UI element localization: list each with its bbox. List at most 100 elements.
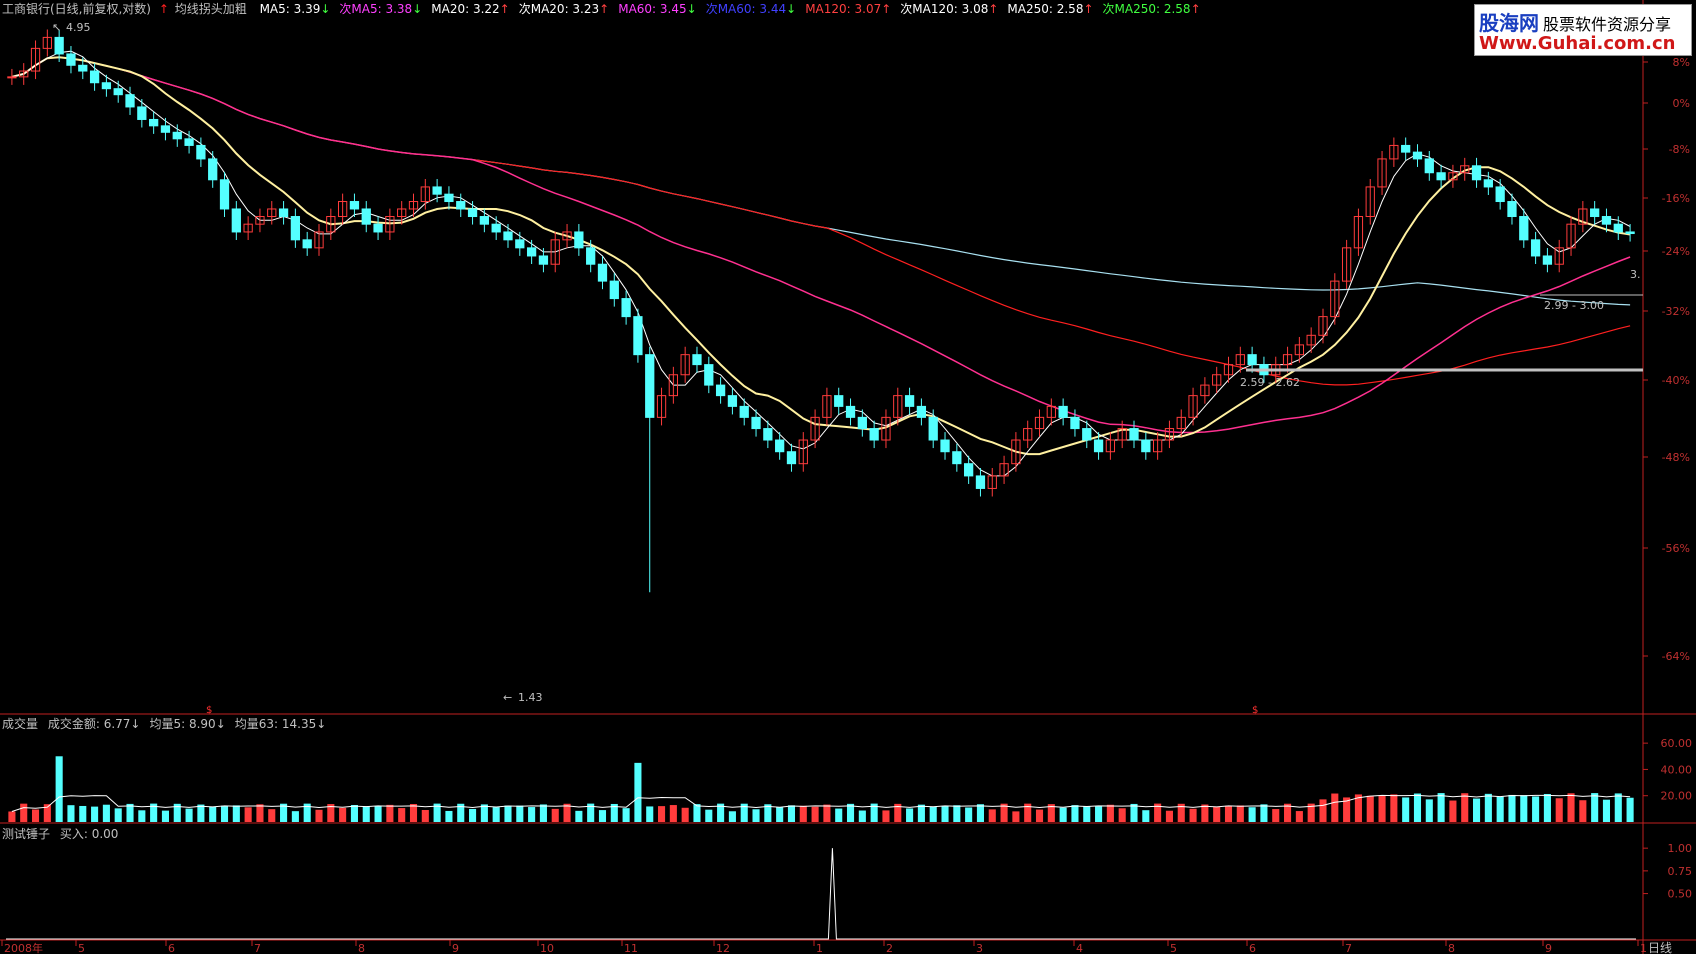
candle-body xyxy=(172,131,182,140)
period-label[interactable]: 日线 xyxy=(1648,941,1672,954)
volume-bar xyxy=(811,806,819,822)
volume-values: 成交金额: 6.77↓ 均量5: 8.90↓ 均量63: 14.35↓ xyxy=(48,717,335,731)
candle-body xyxy=(1471,165,1482,181)
volume-panel-header: 成交量 成交金额: 6.77↓ 均量5: 8.90↓ 均量63: 14.35↓ xyxy=(2,715,344,732)
volume-bar xyxy=(1484,793,1492,822)
volume-bar xyxy=(445,810,453,822)
volume-bar xyxy=(409,803,418,822)
candle-body xyxy=(491,223,501,233)
ma-value-2: MA20: 3.22↑ xyxy=(431,2,509,16)
volume-bar xyxy=(1473,798,1481,822)
price-axis-label: -24% xyxy=(1662,245,1690,258)
volume-bar xyxy=(1508,794,1516,822)
volume-bar xyxy=(1425,799,1433,822)
volume-bar xyxy=(79,805,87,822)
candle-body xyxy=(916,405,927,418)
candle-body xyxy=(1058,405,1068,418)
price-axis-label: -16% xyxy=(1662,192,1690,205)
candle-body xyxy=(727,395,738,407)
date-axis-label: 7 xyxy=(254,942,261,954)
volume-bar xyxy=(339,807,347,822)
date-axis-label: 4 xyxy=(1076,942,1083,954)
volume-bar xyxy=(138,810,146,822)
trend-arrow-icon: ↓ xyxy=(686,2,697,16)
stock-chart[interactable]: 8% 0% -8% -16% -24% -32% -40% -48% -56% -64% 60.00… xyxy=(0,0,1696,954)
signal-line xyxy=(6,848,1636,940)
indicator-name: 均线拐头加粗 xyxy=(174,2,247,16)
volume-bars xyxy=(8,756,1634,822)
volume-bar xyxy=(1366,795,1374,822)
volume-bar xyxy=(1579,800,1587,822)
volume-bar xyxy=(67,805,75,822)
price-axis-label: 8% xyxy=(1673,56,1690,69)
volume-bar xyxy=(386,804,394,822)
volume-value-0: 成交金额: 6.77↓ xyxy=(47,717,141,731)
date-axis-label: 9 xyxy=(1545,942,1552,954)
candle-body xyxy=(432,186,442,195)
candle-body xyxy=(526,247,537,257)
x-axis-ticks: 2008年 5 6 7 8 9 10 11 12 1 2 3 4 5 6 7 8 9 1 xyxy=(1,940,1647,954)
candle-body xyxy=(538,255,549,265)
candle-body xyxy=(1483,179,1493,188)
volume-bar xyxy=(256,804,264,822)
volume-bar xyxy=(1449,800,1457,822)
candle-body xyxy=(479,216,490,225)
candle-body xyxy=(208,158,218,181)
candle-body xyxy=(786,451,797,465)
signal-panel-header: 测试锤子 买入: 0.00 xyxy=(2,825,127,842)
range-label-a: 2.59 - 2.62 xyxy=(1240,376,1300,389)
volume-bar xyxy=(728,811,736,822)
candle-body xyxy=(54,36,64,55)
trend-arrow-icon: ↑ xyxy=(881,2,892,16)
volume-bar xyxy=(1591,793,1599,822)
volume-bar xyxy=(8,811,16,822)
volume-bar xyxy=(55,756,63,822)
candle-body xyxy=(751,416,761,430)
candle-body xyxy=(219,179,230,210)
volume-bar xyxy=(232,805,240,822)
candle-body xyxy=(952,451,962,465)
volume-bar xyxy=(1555,798,1563,822)
volume-bar xyxy=(161,810,169,822)
date-axis-label: 1 xyxy=(1640,942,1647,954)
signal-axis-label: 0.75 xyxy=(1668,865,1693,878)
volume-bar xyxy=(197,804,205,822)
ma-value-6: MA120: 3.07↑ xyxy=(805,2,891,16)
candle-body xyxy=(1590,208,1600,218)
trend-arrow-icon: ↑ xyxy=(988,2,999,16)
candle-body xyxy=(1412,151,1423,160)
volume-bar xyxy=(681,807,689,822)
candle-body xyxy=(1601,216,1612,225)
volume-axis-label: 60.00 xyxy=(1661,737,1693,750)
volume-bar xyxy=(693,804,701,822)
trend-arrow-icon: ↓ xyxy=(320,2,331,16)
candle-body xyxy=(149,118,159,127)
date-axis-label: 6 xyxy=(1249,942,1256,954)
candle-body xyxy=(834,395,844,407)
volume-bar xyxy=(929,806,937,822)
volume-bar xyxy=(858,810,866,822)
volume-bar xyxy=(669,805,677,822)
ma-line-ma120 xyxy=(11,56,1631,386)
watermark-logo: 股海网 股票软件资源分享 Www.Guhai.com.cn xyxy=(1474,4,1692,56)
volume-axis-label: 40.00 xyxy=(1661,763,1693,776)
candle-body xyxy=(739,405,749,418)
volume-bar xyxy=(539,804,547,822)
volume-bar xyxy=(988,809,996,822)
volume-bar xyxy=(646,806,654,822)
date-axis-label: 6 xyxy=(168,942,175,954)
volume-average-lines xyxy=(11,794,1631,812)
high-label: 4.95 xyxy=(66,21,91,34)
candle-body xyxy=(467,208,478,218)
volume-bar xyxy=(752,809,760,822)
candle-body xyxy=(515,239,525,249)
volume-bar xyxy=(1201,804,1209,822)
trend-arrow-icon: ↑ xyxy=(599,2,610,16)
volume-bar xyxy=(1437,793,1445,822)
candle-body xyxy=(89,70,100,84)
volume-bar xyxy=(20,803,28,822)
candle-body xyxy=(1247,354,1257,366)
volume-bar xyxy=(244,807,252,822)
volume-bar xyxy=(882,810,890,822)
trend-arrow-icon: ↓ xyxy=(412,2,423,16)
